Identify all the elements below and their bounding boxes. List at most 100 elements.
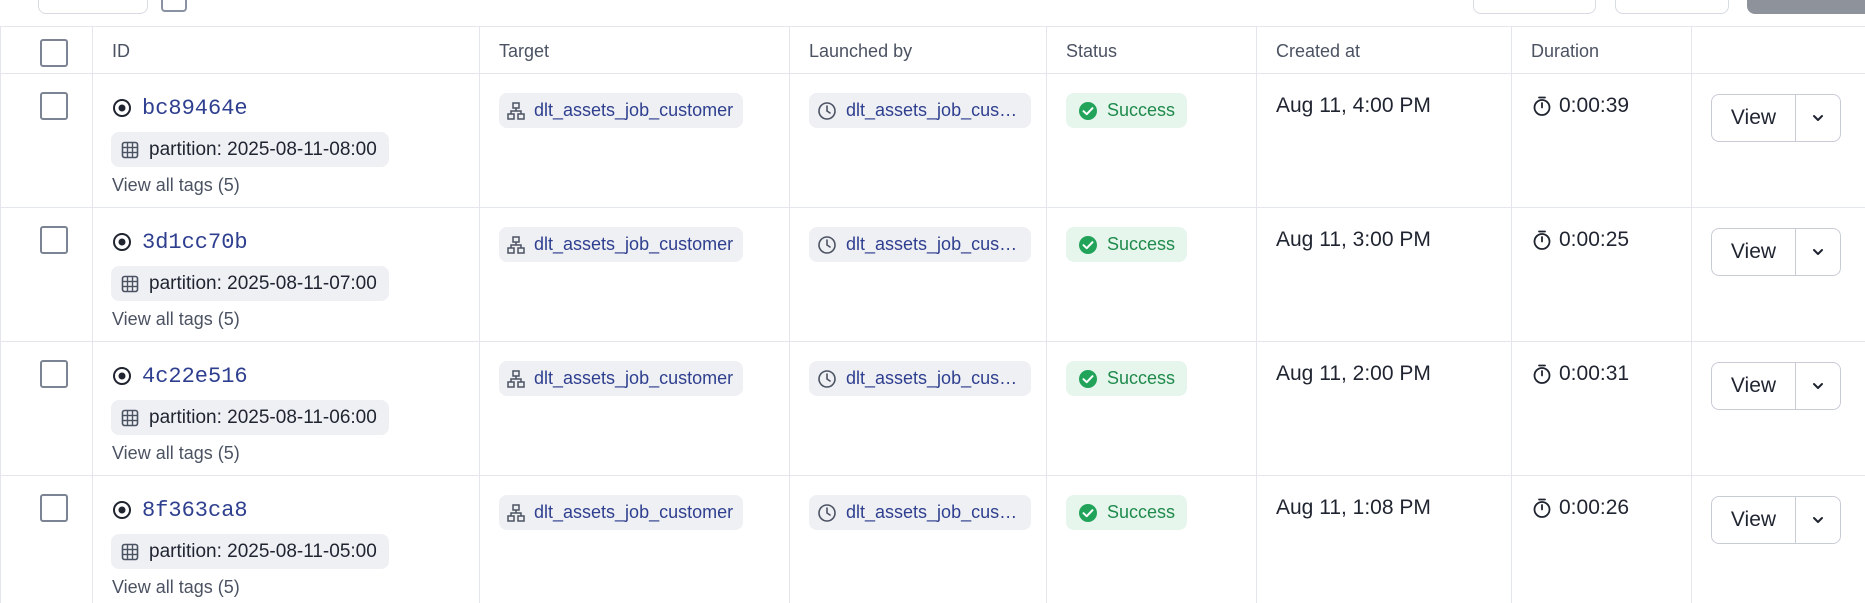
schedule-clock-icon	[818, 235, 836, 254]
duration-value: 0:00:39	[1559, 94, 1630, 117]
schedule-clock-icon	[818, 369, 836, 388]
partition-label: partition: 2025-08-11-07:00	[149, 272, 377, 294]
partition-tag[interactable]: partition: 2025-08-11-06:00	[111, 400, 389, 435]
launched-by-chip[interactable]: dlt_assets_job_customer	[809, 227, 1031, 262]
launched-by-label: dlt_assets_job_customer	[846, 502, 1021, 522]
launched-by-chip[interactable]: dlt_assets_job_customer	[809, 93, 1031, 128]
status-cell: Success	[1046, 475, 1257, 603]
check-circle-icon	[1079, 503, 1097, 522]
status-label: Success	[1107, 368, 1176, 388]
target-chip[interactable]: dlt_assets_job_customer	[499, 227, 744, 262]
id-cell: 3d1cc70b partition: 2025-08-11-07:00 Vie…	[92, 207, 480, 342]
row-select-cell	[0, 341, 93, 476]
asset-graph-icon	[507, 101, 525, 120]
run-id-link[interactable]: bc89464e	[142, 96, 248, 121]
runs-table: ID Target Launched by Status Created at …	[0, 26, 1865, 603]
header-actions	[1691, 26, 1865, 74]
launched-by-label: dlt_assets_job_customer	[846, 368, 1021, 388]
run-id-link[interactable]: 3d1cc70b	[142, 230, 248, 255]
view-button[interactable]: View	[1711, 228, 1795, 276]
target-cell: dlt_assets_job_customer	[479, 341, 790, 476]
duration-cell: 0:00:26	[1511, 475, 1692, 603]
target-cell: dlt_assets_job_customer	[479, 475, 790, 603]
calendar-grid-icon	[121, 543, 139, 560]
view-all-tags-link[interactable]: View all tags (5)	[112, 577, 479, 598]
id-cell: 4c22e516 partition: 2025-08-11-06:00 Vie…	[92, 341, 480, 476]
status-label: Success	[1107, 502, 1176, 522]
view-all-tags-link[interactable]: View all tags (5)	[112, 309, 479, 330]
chevron-down-icon	[1813, 115, 1823, 121]
header-launched-by: Launched by	[789, 26, 1047, 74]
row-checkbox[interactable]	[40, 226, 68, 254]
target-chip[interactable]: dlt_assets_job_customer	[499, 361, 744, 396]
target-label: dlt_assets_job_customer	[534, 502, 734, 522]
status-label: Success	[1107, 100, 1176, 120]
launched-by-cell: dlt_assets_job_customer	[789, 341, 1047, 476]
target-chip[interactable]: dlt_assets_job_customer	[499, 93, 744, 128]
partition-tag[interactable]: partition: 2025-08-11-07:00	[111, 266, 389, 301]
row-checkbox[interactable]	[40, 360, 68, 388]
row-checkbox[interactable]	[40, 494, 68, 522]
check-circle-icon	[1079, 369, 1097, 388]
launched-by-cell: dlt_assets_job_customer	[789, 475, 1047, 603]
chevron-down-icon	[1813, 249, 1823, 255]
stopwatch-icon	[1533, 498, 1551, 518]
more-actions-button[interactable]	[1795, 228, 1841, 276]
launched-by-cell: dlt_assets_job_customer	[789, 73, 1047, 208]
partition-label: partition: 2025-08-11-05:00	[149, 540, 377, 562]
toolbar-button[interactable]	[1615, 0, 1729, 14]
view-button[interactable]: View	[1711, 496, 1795, 544]
created-at-cell: Aug 11, 3:00 PM	[1256, 207, 1512, 342]
run-id-link[interactable]: 8f363ca8	[142, 498, 248, 523]
target-chip[interactable]: dlt_assets_job_customer	[499, 495, 744, 530]
row-checkbox[interactable]	[40, 92, 68, 120]
created-at-timestamp: Aug 11, 1:08 PM	[1276, 496, 1431, 519]
header-status: Status	[1046, 26, 1257, 74]
id-cell: 8f363ca8 partition: 2025-08-11-05:00 Vie…	[92, 475, 480, 603]
toolbar-button[interactable]	[1473, 0, 1596, 14]
target-label: dlt_assets_job_customer	[534, 234, 734, 254]
status-badge: Success	[1066, 361, 1188, 396]
created-at-timestamp: Aug 11, 3:00 PM	[1276, 228, 1431, 251]
table-row: 3d1cc70b partition: 2025-08-11-07:00 Vie…	[0, 207, 1865, 342]
table-row: 4c22e516 partition: 2025-08-11-06:00 Vie…	[0, 341, 1865, 476]
duration-cell: 0:00:25	[1511, 207, 1692, 342]
launched-by-label: dlt_assets_job_customer	[846, 234, 1021, 254]
partition-label: partition: 2025-08-11-08:00	[149, 138, 377, 160]
status-badge: Success	[1066, 495, 1188, 530]
run-target-icon	[113, 501, 131, 519]
created-at-cell: Aug 11, 2:00 PM	[1256, 341, 1512, 476]
actions-cell: View	[1691, 207, 1865, 342]
run-target-icon	[113, 233, 131, 251]
schedule-clock-icon	[818, 101, 836, 120]
asset-graph-icon	[507, 503, 525, 522]
partition-label: partition: 2025-08-11-06:00	[149, 406, 377, 428]
partition-tag[interactable]: partition: 2025-08-11-05:00	[111, 534, 389, 569]
run-target-icon	[113, 367, 131, 385]
more-actions-button[interactable]	[1795, 496, 1841, 544]
launched-by-chip[interactable]: dlt_assets_job_customer	[809, 361, 1031, 396]
view-button[interactable]: View	[1711, 94, 1795, 142]
view-all-tags-link[interactable]: View all tags (5)	[112, 443, 479, 464]
more-actions-button[interactable]	[1795, 362, 1841, 410]
target-cell: dlt_assets_job_customer	[479, 73, 790, 208]
target-label: dlt_assets_job_customer	[534, 100, 734, 120]
table-row: bc89464e partition: 2025-08-11-08:00 Vie…	[0, 73, 1865, 208]
filter-button[interactable]	[38, 0, 148, 14]
row-select-cell	[0, 475, 93, 603]
launched-by-chip[interactable]: dlt_assets_job_customer	[809, 495, 1031, 530]
toolbar-checkbox[interactable]	[161, 0, 187, 12]
calendar-grid-icon	[121, 275, 139, 292]
partition-tag[interactable]: partition: 2025-08-11-08:00	[111, 132, 389, 167]
actions-cell: View	[1691, 73, 1865, 208]
actions-cell: View	[1691, 475, 1865, 603]
view-all-tags-link[interactable]: View all tags (5)	[112, 175, 479, 196]
run-id-link[interactable]: 4c22e516	[142, 364, 248, 389]
view-button[interactable]: View	[1711, 362, 1795, 410]
asset-graph-icon	[507, 235, 525, 254]
more-actions-button[interactable]	[1795, 94, 1841, 142]
row-select-cell	[0, 73, 93, 208]
select-all-checkbox[interactable]	[40, 39, 68, 67]
toolbar-primary-button[interactable]	[1747, 0, 1865, 14]
status-cell: Success	[1046, 341, 1257, 476]
